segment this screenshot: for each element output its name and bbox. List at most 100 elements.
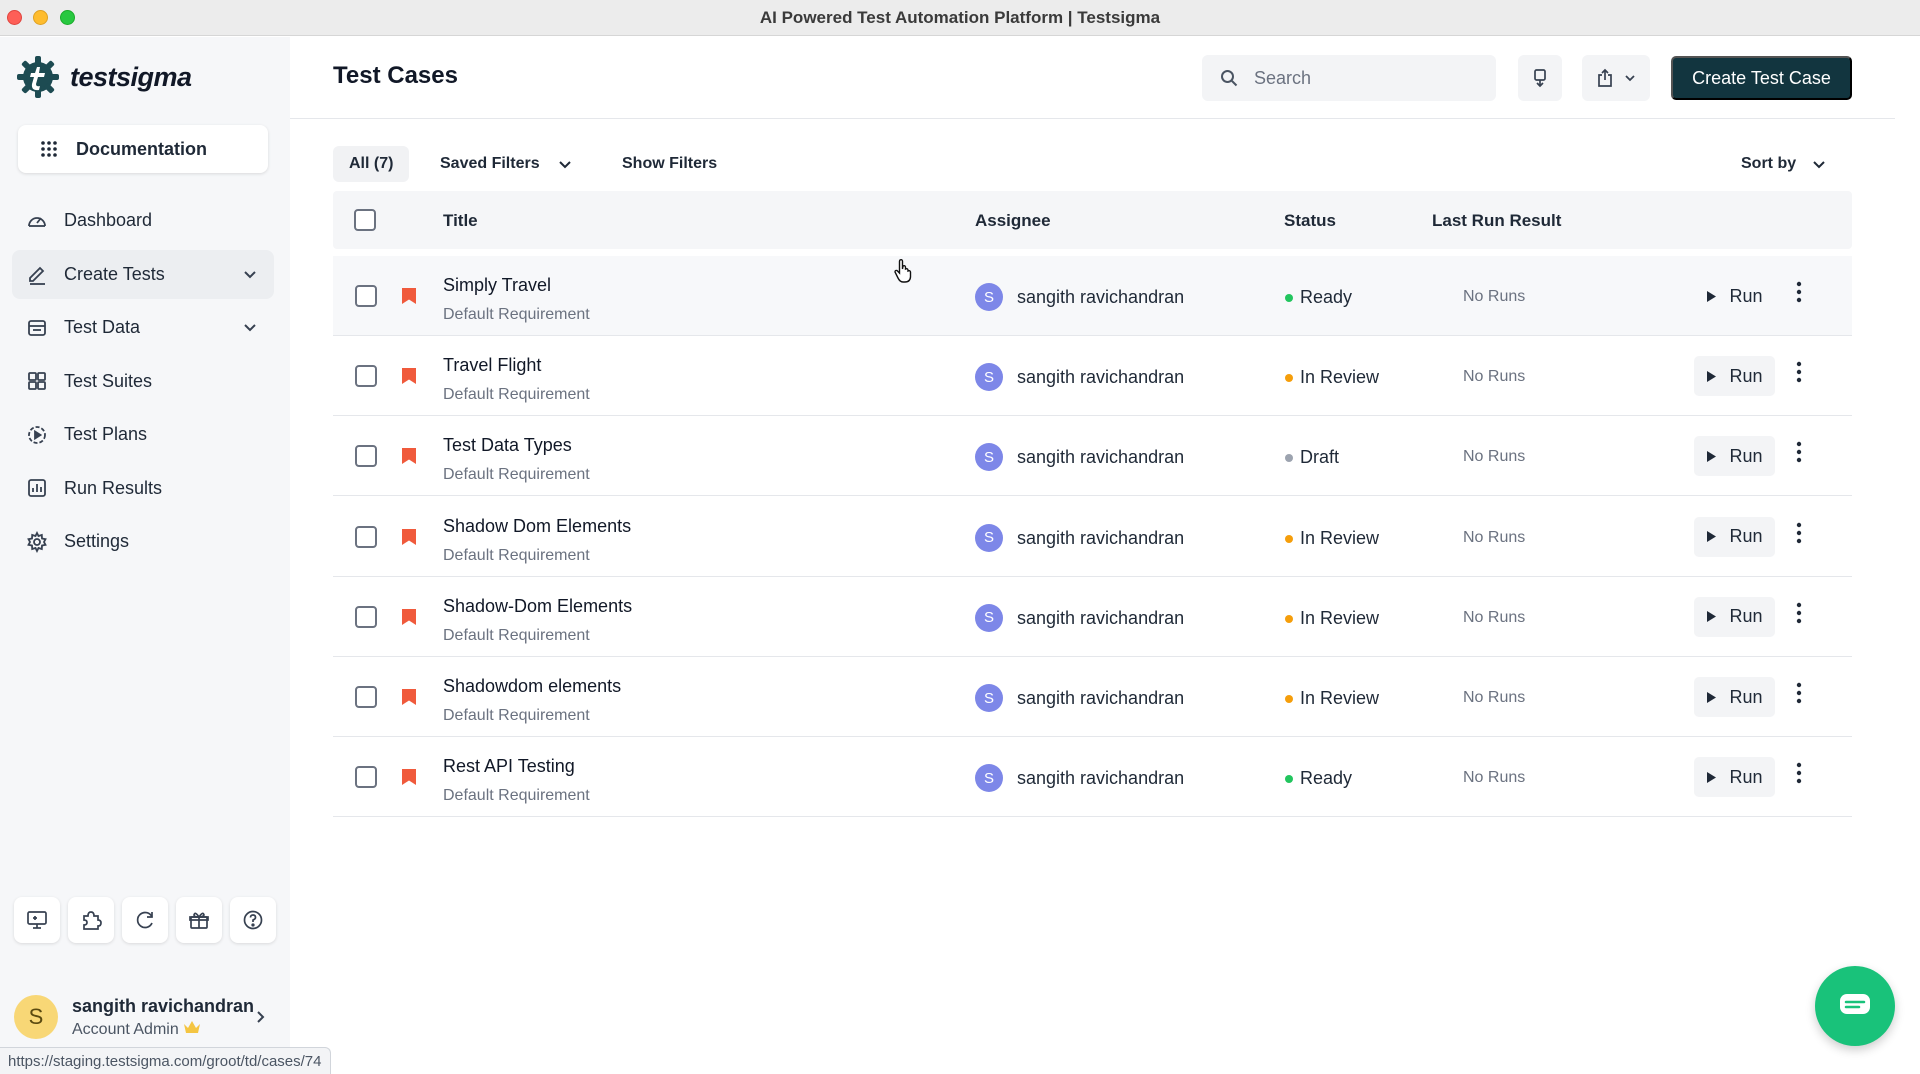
- test-case-title[interactable]: Shadow Dom Elements: [443, 516, 631, 537]
- sidebar-item-label: Test Data: [64, 317, 141, 337]
- table-row[interactable]: Travel Flight Default Requirement Ssangith…: [333, 336, 1852, 417]
- test-case-requirement: Default Requirement: [443, 787, 590, 805]
- run-button[interactable]: Run: [1694, 356, 1775, 397]
- run-button[interactable]: Run: [1694, 677, 1775, 717]
- more-options-icon[interactable]: [1795, 761, 1803, 785]
- filter-all-chip[interactable]: All (7): [333, 146, 410, 182]
- row-checkbox[interactable]: [355, 766, 377, 789]
- saved-filters-label: Saved Filters: [440, 155, 540, 172]
- chevron-down-icon[interactable]: [242, 266, 258, 282]
- row-checkbox[interactable]: [355, 445, 377, 468]
- table-row[interactable]: Shadow-Dom Elements Default Requirement Ss…: [333, 577, 1852, 657]
- table-row[interactable]: Simply Travel Default Requirement Ssangith…: [333, 256, 1852, 336]
- brand-logo[interactable]: testsigma: [16, 55, 192, 99]
- row-checkbox[interactable]: [355, 365, 377, 388]
- run-label: Run: [1729, 445, 1763, 466]
- select-all-checkbox[interactable]: [354, 209, 376, 231]
- sidebar-nav: Dashboard Create Tests Test Data Test Su…: [12, 196, 274, 571]
- sidebar-item-test-data[interactable]: Test Data: [12, 303, 274, 352]
- more-options-icon[interactable]: [1795, 280, 1803, 304]
- test-case-title[interactable]: Shadowdom elements: [443, 676, 621, 697]
- export-menu-button[interactable]: [1582, 55, 1650, 101]
- status-dot: [1285, 614, 1293, 623]
- test-case-title[interactable]: Rest API Testing: [443, 756, 575, 777]
- assignee-avatar: S: [975, 603, 1003, 632]
- priority-flag-icon: [402, 689, 416, 705]
- run-button[interactable]: Run: [1694, 757, 1775, 798]
- more-options-icon[interactable]: [1795, 601, 1803, 625]
- run-button[interactable]: Run: [1694, 436, 1775, 477]
- test-case-requirement: Default Requirement: [443, 707, 590, 724]
- run-button[interactable]: Run: [1694, 596, 1775, 637]
- sidebar-item-dashboard[interactable]: Dashboard: [12, 196, 274, 245]
- screen-recorder-icon: [27, 911, 47, 929]
- run-label: Run: [1729, 766, 1763, 787]
- priority-flag-icon: [402, 368, 416, 385]
- sidebar-item-test-suites[interactable]: Test Suites: [12, 357, 274, 406]
- assignee-avatar: S: [975, 764, 1003, 793]
- test-case-title[interactable]: Simply Travel: [443, 275, 551, 296]
- column-last-run-result[interactable]: Last Run Result: [1432, 211, 1561, 231]
- show-filters-button[interactable]: Show Filters: [622, 155, 717, 173]
- documentation-button[interactable]: Documentation: [18, 125, 268, 173]
- last-run-result: No Runs: [1463, 368, 1526, 386]
- more-options-icon[interactable]: [1795, 360, 1803, 384]
- test-case-title[interactable]: Test Data Types: [443, 435, 572, 456]
- status-dot: [1285, 374, 1293, 383]
- chevron-down-icon[interactable]: [242, 319, 258, 335]
- sort-by-dropdown[interactable]: Sort by: [1741, 155, 1826, 173]
- run-label: Run: [1729, 606, 1763, 627]
- row-checkbox[interactable]: [355, 285, 377, 307]
- saved-filters-dropdown[interactable]: Saved Filters: [440, 155, 572, 173]
- table-row[interactable]: Rest API Testing Default Requirement Ssang…: [333, 737, 1852, 818]
- priority-flag-icon: [402, 528, 416, 545]
- test-case-requirement: Default Requirement: [443, 466, 590, 484]
- more-options-icon[interactable]: [1795, 681, 1803, 705]
- test-case-title[interactable]: Travel Flight: [443, 355, 541, 376]
- chat-support-button[interactable]: [1815, 966, 1895, 1046]
- more-options-icon[interactable]: [1795, 521, 1803, 545]
- status-dot: [1285, 294, 1293, 302]
- table-row[interactable]: Shadowdom elements Default Requirement Ssa…: [333, 657, 1852, 737]
- column-title[interactable]: Title: [443, 211, 478, 231]
- run-button[interactable]: Run: [1694, 276, 1775, 316]
- screen-recorder-button[interactable]: [14, 897, 60, 943]
- more-options-icon[interactable]: [1795, 440, 1803, 464]
- table-row[interactable]: Test Data Types Default Requirement Ssangi…: [333, 416, 1852, 497]
- user-profile[interactable]: S sangith ravichandran Account Admin: [14, 995, 265, 1039]
- user-avatar: S: [14, 995, 58, 1039]
- link-preview-url: https://staging.testsigma.com/groot/td/c…: [0, 1047, 331, 1074]
- run-button[interactable]: Run: [1694, 516, 1775, 557]
- play-icon: [1707, 370, 1717, 382]
- sync-button[interactable]: [122, 897, 168, 943]
- test-case-title[interactable]: Shadow-Dom Elements: [443, 596, 632, 617]
- column-status[interactable]: Status: [1284, 211, 1336, 231]
- sidebar-item-label: Create Tests: [64, 263, 165, 284]
- sidebar-item-settings[interactable]: Settings: [12, 517, 274, 566]
- search-input[interactable]: Search: [1202, 55, 1496, 101]
- row-checkbox[interactable]: [355, 605, 377, 628]
- help-button[interactable]: [230, 897, 276, 943]
- column-assignee[interactable]: Assignee: [975, 211, 1051, 231]
- table-row[interactable]: Shadow Dom Elements Default Requirement Ss…: [333, 497, 1852, 577]
- create-test-case-button[interactable]: Create Test Case: [1671, 56, 1852, 100]
- row-checkbox[interactable]: [355, 686, 377, 708]
- run-label: Run: [1729, 285, 1763, 306]
- play-icon: [1707, 691, 1717, 703]
- grid-icon: [28, 372, 46, 390]
- sidebar-item-test-plans[interactable]: Test Plans: [12, 410, 274, 459]
- search-icon: [1221, 70, 1238, 87]
- filter-pin-button[interactable]: [1518, 55, 1562, 101]
- row-checkbox[interactable]: [355, 525, 377, 548]
- sidebar-item-create-tests[interactable]: Create Tests: [12, 249, 274, 299]
- header-divider: [290, 118, 1895, 119]
- play-icon: [1707, 771, 1717, 783]
- sidebar-item-run-results[interactable]: Run Results: [12, 464, 274, 513]
- pin-icon: [1534, 69, 1546, 88]
- pencil-icon: [29, 266, 45, 285]
- table-header: Title Assignee Status Last Run Result: [333, 191, 1852, 249]
- share-export-icon: [1598, 68, 1612, 87]
- addons-button[interactable]: [68, 897, 114, 943]
- whats-new-button[interactable]: [176, 897, 222, 943]
- sidebar-item-label: Run Results: [64, 477, 163, 498]
